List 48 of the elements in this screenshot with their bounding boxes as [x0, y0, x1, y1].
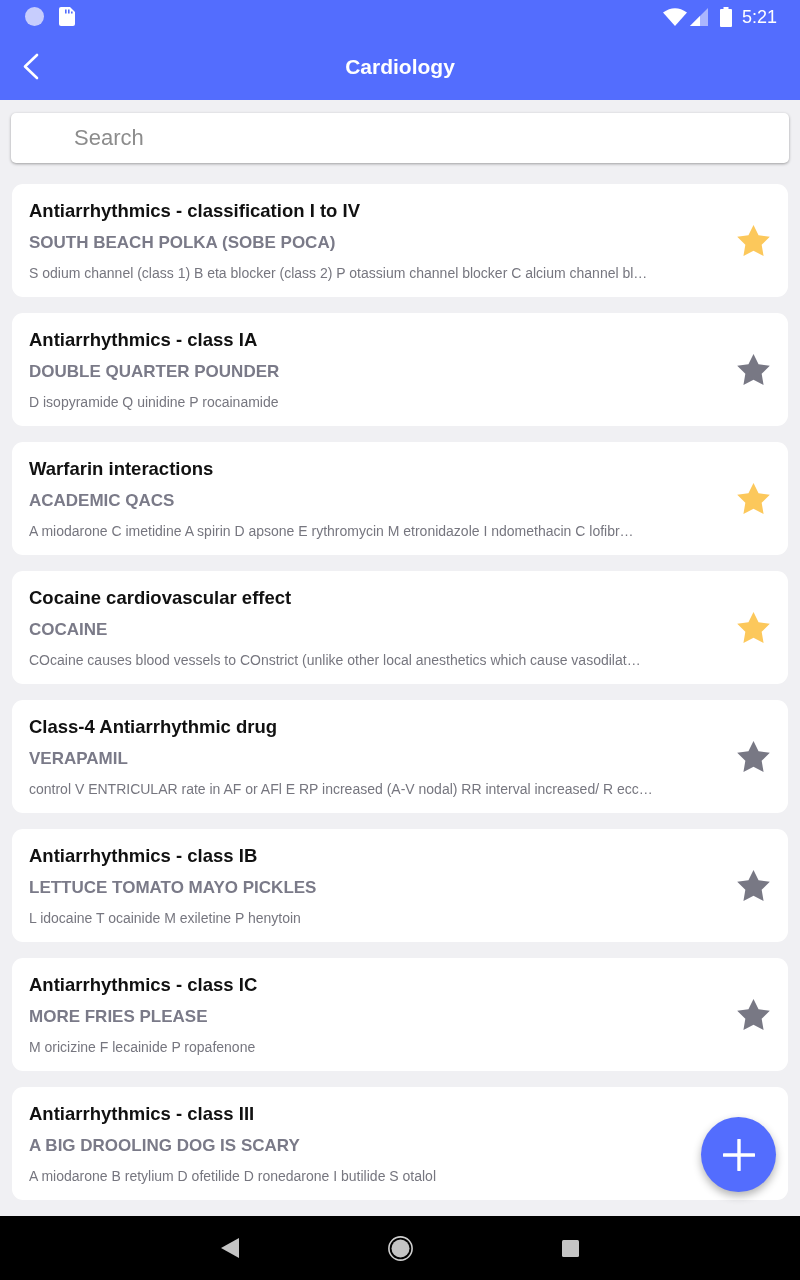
- mnemonic-text: VERAPAMIL: [29, 748, 128, 770]
- mnemonic-text: A BIG DROOLING DOG IS SCARY: [29, 1135, 300, 1157]
- card-title: Warfarin interactions: [29, 458, 214, 480]
- battery-icon: [719, 6, 732, 27]
- card-description: COcaine causes blood vessels to COnstrict (unlike other local anesthetics which cause vasodilat…: [29, 651, 641, 669]
- star-icon[interactable]: [737, 999, 770, 1030]
- page-title: Cardiology: [345, 54, 455, 78]
- card-description: D isopyramide Q uinidine P rocainamide: [29, 393, 279, 411]
- card-title: Class-4 Antiarrhythmic drug: [29, 716, 278, 738]
- card-title: Antiarrhythmics - class IB: [29, 845, 258, 867]
- card-title: Antiarrhythmics - class IA: [29, 329, 258, 351]
- circle-icon: [25, 7, 44, 26]
- wifi-icon: [662, 7, 687, 26]
- star-icon[interactable]: [737, 741, 770, 772]
- home-icon[interactable]: [387, 1235, 413, 1261]
- mnemonic-card[interactable]: Class-4 Antiarrhythmic drug VERAPAMIL control V ENTRICULAR rate in AF or AFl E RP increased (A-V nodal) RR interval increased/ R ecc…: [12, 700, 788, 813]
- mnemonic-card[interactable]: Antiarrhythmics - classification I to IV SOUTH BEACH POLKA (SOBE POCA) S odium channel (class 1) B eta blocker (class 2) P otassium channel blocker C alcium channel bl…: [12, 184, 788, 297]
- card-description: control V ENTRICULAR rate in AF or AFl E RP increased (A-V nodal) RR interval increased/ R ecc…: [29, 780, 653, 798]
- star-icon[interactable]: [737, 870, 770, 901]
- mnemonic-text: DOUBLE QUARTER POUNDER: [29, 361, 280, 383]
- mnemonic-card[interactable]: Cocaine cardiovascular effect COCAINE COcaine causes blood vessels to COnstrict (unlike other local anesthetics which cause vasodilat…: [12, 571, 788, 684]
- status-time: 5:21: [741, 6, 777, 27]
- card-description: L idocaine T ocainide M exiletine P henytoin: [29, 909, 301, 927]
- card-description: M oricizine F lecainide P ropafenone: [29, 1038, 256, 1056]
- card-title: Antiarrhythmics - class III: [29, 1103, 255, 1125]
- card-title: Antiarrhythmics - class IC: [29, 974, 258, 996]
- mnemonic-card[interactable]: Antiarrhythmics - class IC MORE FRIES PLEASE M oricizine F lecainide P ropafenone: [12, 958, 788, 1071]
- mnemonic-text: MORE FRIES PLEASE: [29, 1006, 208, 1028]
- signal-icon: [689, 7, 708, 26]
- card-title: Cocaine cardiovascular effect: [29, 587, 292, 609]
- card-description: A miodarone C imetidine A spirin D apsone E rythromycin M etronidazole I ndomethacin C lofibr…: [29, 522, 634, 540]
- mnemonic-card[interactable]: Antiarrhythmics - class IB LETTUCE TOMATO MAYO PICKLES L idocaine T ocainide M exiletine P henytoin: [12, 829, 788, 942]
- card-title: Antiarrhythmics - classification I to IV: [29, 200, 361, 222]
- mnemonic-text: SOUTH BEACH POLKA (SOBE POCA): [29, 232, 336, 254]
- plus-icon: [722, 1138, 755, 1171]
- card-description: A miodarone B retylium D ofetilide D ronedarone I butilide S otalol: [29, 1167, 436, 1185]
- recents-icon[interactable]: [561, 1239, 579, 1257]
- mnemonic-card[interactable]: Antiarrhythmics - class III A BIG DROOLING DOG IS SCARY A miodarone B retylium D ofetilide D ronedarone I butilide S otalol: [12, 1087, 788, 1200]
- star-icon[interactable]: [737, 354, 770, 385]
- mnemonic-text: COCAINE: [29, 619, 108, 641]
- mnemonic-text: ACADEMIC QACS: [29, 490, 175, 512]
- mnemonic-card[interactable]: Antiarrhythmics - class IA DOUBLE QUARTER POUNDER D isopyramide Q uinidine P rocainamide: [12, 313, 788, 426]
- sd-card-icon: [59, 7, 75, 26]
- mnemonic-text: LETTUCE TOMATO MAYO PICKLES: [29, 877, 317, 899]
- search-field[interactable]: Search: [11, 113, 789, 163]
- mnemonic-card[interactable]: Warfarin interactions ACADEMIC QACS A miodarone C imetidine A spirin D apsone E rythromycin M etronidazole I ndomethacin C lofibr…: [12, 442, 788, 555]
- card-description: S odium channel (class 1) B eta blocker (class 2) P otassium channel blocker C alcium channel bl…: [29, 264, 648, 282]
- back-icon[interactable]: [221, 1238, 239, 1258]
